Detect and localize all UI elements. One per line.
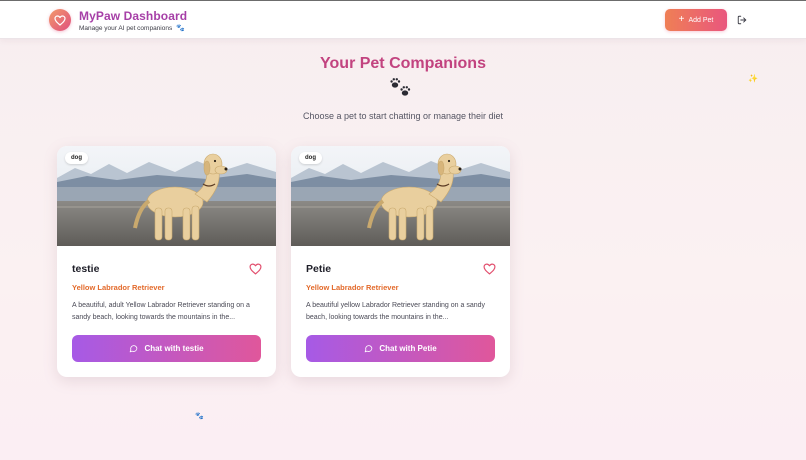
heart-logo-icon: [49, 9, 71, 31]
pet-breed: Yellow Labrador Retriever: [72, 283, 165, 292]
heart-icon[interactable]: [483, 262, 496, 275]
app-subtitle-text: Manage your AI pet companions: [79, 25, 173, 32]
chat-button[interactable]: Chat with testie: [72, 335, 261, 362]
pet-name: testie: [72, 263, 100, 275]
chat-button[interactable]: Chat with Petie: [306, 335, 495, 362]
page-subtitle: Choose a pet to start chatting or manage…: [302, 111, 504, 121]
app-title: MyPaw Dashboard: [79, 9, 188, 23]
app-header: MyPaw Dashboard Manage your AI pet compa…: [0, 1, 806, 39]
species-badge: dog: [299, 152, 322, 164]
page-title: Your Pet Companions: [320, 55, 486, 72]
logout-icon[interactable]: [736, 14, 748, 26]
paw-prints-icon: [389, 76, 413, 98]
add-pet-button[interactable]: + Add Pet: [665, 9, 727, 31]
plus-icon: +: [678, 13, 685, 25]
add-pet-label: Add Pet: [688, 16, 714, 24]
pet-photo: [57, 146, 276, 246]
heart-icon[interactable]: [249, 262, 262, 275]
chat-button-label: Chat with Petie: [379, 344, 437, 353]
pet-description: A beautiful, adult Yellow Labrador Retri…: [72, 302, 250, 321]
pet-card[interactable]: dog testie Yellow Labrador Retriever A b…: [57, 146, 276, 377]
chat-bubble-icon: [365, 345, 373, 353]
paw-icon: 🐾: [195, 413, 204, 420]
pet-card[interactable]: dog Petie Yellow Labrador Retriever A be…: [291, 146, 510, 377]
species-badge: dog: [65, 152, 88, 164]
paw-icon: 🐾: [176, 25, 185, 32]
chat-button-label: Chat with testie: [144, 344, 204, 353]
app-subtitle: Manage your AI pet companions 🐾: [79, 24, 185, 32]
pet-name: Petie: [306, 263, 332, 275]
chat-bubble-icon: [130, 345, 138, 353]
sparkle-icon: ✨: [748, 74, 758, 83]
pet-description: A beautiful yellow Labrador Retriever st…: [306, 302, 485, 321]
pet-photo: [291, 146, 510, 246]
pet-breed: Yellow Labrador Retriever: [306, 283, 399, 292]
